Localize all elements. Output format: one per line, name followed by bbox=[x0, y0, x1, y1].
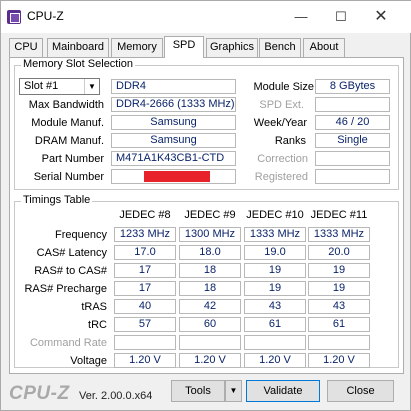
timing-value-cell: 19 bbox=[244, 263, 306, 278]
timing-value-cell: 20.0 bbox=[308, 245, 370, 260]
validate-button[interactable]: Validate bbox=[246, 380, 320, 402]
close-window-button[interactable]: ✕ bbox=[371, 7, 391, 27]
memory-type-field: DDR4 bbox=[111, 79, 236, 94]
week-year-field: 46 / 20 bbox=[315, 115, 390, 130]
tab-bench[interactable]: Bench bbox=[259, 38, 301, 57]
tools-button[interactable]: Tools bbox=[171, 380, 225, 402]
timing-value-cell: 19 bbox=[308, 281, 370, 296]
timing-row-label: RAS# to CAS# bbox=[34, 265, 107, 277]
timing-value-cell: 1.20 V bbox=[114, 353, 176, 368]
slot-select[interactable]: Slot #1 ▼ bbox=[19, 78, 100, 95]
timing-value-cell: 43 bbox=[308, 299, 370, 314]
timings-group: Timings Table JEDEC #8 JEDEC #9 JEDEC #1… bbox=[14, 194, 399, 368]
timings-col-header: JEDEC #10 bbox=[246, 209, 304, 221]
timing-value-cell: 17 bbox=[114, 263, 176, 278]
spd-ext-field bbox=[315, 97, 390, 112]
timing-value-cell: 19.0 bbox=[244, 245, 306, 260]
correction-field bbox=[315, 151, 390, 166]
timing-value-cell: 43 bbox=[244, 299, 306, 314]
registered-label: Registered bbox=[254, 171, 308, 183]
timing-value-cell: 18.0 bbox=[179, 245, 241, 260]
timing-value-cell bbox=[114, 335, 176, 350]
version-text: Ver. 2.00.0.x64 bbox=[79, 390, 153, 402]
correction-label: Correction bbox=[257, 153, 308, 165]
memory-slot-group-label: Memory Slot Selection bbox=[21, 58, 136, 70]
timing-value-cell: 19 bbox=[308, 263, 370, 278]
timing-row-label: Command Rate bbox=[29, 337, 107, 349]
timing-value-cell: 1333 MHz bbox=[308, 227, 370, 242]
timings-col-header: JEDEC #11 bbox=[310, 209, 368, 221]
timing-row-label: tRC bbox=[88, 319, 107, 331]
serial-number-field bbox=[111, 169, 236, 184]
timing-value-cell bbox=[179, 335, 241, 350]
part-number-field: M471A1K43CB1-CTD bbox=[111, 151, 236, 166]
serial-redaction-bar bbox=[144, 171, 210, 182]
timing-row-label: RAS# Precharge bbox=[24, 283, 107, 295]
timing-value-cell: 1.20 V bbox=[179, 353, 241, 368]
timing-row-label: Voltage bbox=[70, 355, 107, 367]
dram-manuf-label: DRAM Manuf. bbox=[34, 135, 104, 147]
tab-cpu[interactable]: CPU bbox=[9, 38, 43, 57]
timing-value-cell: 1233 MHz bbox=[114, 227, 176, 242]
timing-value-cell: 40 bbox=[114, 299, 176, 314]
timing-value-cell: 57 bbox=[114, 317, 176, 332]
timing-value-cell bbox=[244, 335, 306, 350]
max-bandwidth-label: Max Bandwidth bbox=[28, 99, 104, 111]
tab-graphics[interactable]: Graphics bbox=[206, 38, 258, 57]
tab-spd[interactable]: SPD bbox=[164, 36, 204, 58]
tab-about[interactable]: About bbox=[303, 38, 345, 57]
maximize-button[interactable]: ☐ bbox=[331, 7, 351, 27]
registered-field bbox=[315, 169, 390, 184]
timing-value-cell bbox=[308, 335, 370, 350]
timing-value-cell: 61 bbox=[308, 317, 370, 332]
timing-value-cell: 1300 MHz bbox=[179, 227, 241, 242]
timing-value-cell: 18 bbox=[179, 263, 241, 278]
module-manuf-field: Samsung bbox=[111, 115, 236, 130]
timing-value-cell: 61 bbox=[244, 317, 306, 332]
tools-dropdown-chevron-icon[interactable]: ▼ bbox=[225, 380, 242, 402]
cpuz-app-icon bbox=[7, 10, 21, 24]
timing-row-label: Frequency bbox=[55, 229, 107, 241]
minimize-button[interactable]: — bbox=[291, 7, 311, 27]
timings-col-header: JEDEC #8 bbox=[119, 209, 171, 221]
part-number-label: Part Number bbox=[41, 153, 104, 165]
window-title: CPU-Z bbox=[27, 9, 64, 23]
timing-value-cell: 42 bbox=[179, 299, 241, 314]
timing-value-cell: 1.20 V bbox=[308, 353, 370, 368]
dram-manuf-field: Samsung bbox=[111, 133, 236, 148]
timing-row-label: CAS# Latency bbox=[36, 247, 107, 259]
module-size-field: 8 GBytes bbox=[315, 79, 390, 94]
week-year-label: Week/Year bbox=[253, 117, 307, 129]
max-bandwidth-field: DDR4-2666 (1333 MHz) bbox=[111, 97, 236, 112]
serial-number-label: Serial Number bbox=[33, 171, 104, 183]
spd-panel: Memory Slot Selection Slot #1 ▼ DDR4 Mod… bbox=[9, 57, 404, 374]
timing-value-cell: 1.20 V bbox=[244, 353, 306, 368]
timing-value-cell: 17 bbox=[114, 281, 176, 296]
timing-value-cell: 60 bbox=[179, 317, 241, 332]
ranks-field: Single bbox=[315, 133, 390, 148]
spd-ext-label: SPD Ext. bbox=[259, 99, 304, 111]
timings-group-label: Timings Table bbox=[21, 194, 93, 206]
module-manuf-label: Module Manuf. bbox=[31, 117, 104, 129]
timings-col-header: JEDEC #9 bbox=[184, 209, 236, 221]
chevron-down-icon: ▼ bbox=[84, 79, 99, 94]
title-bar: CPU-Z — ☐ ✕ bbox=[1, 1, 411, 33]
cpuz-logo: CPU-Z bbox=[9, 383, 70, 404]
close-button[interactable]: Close bbox=[327, 380, 394, 402]
memory-slot-group: Memory Slot Selection Slot #1 ▼ DDR4 Mod… bbox=[14, 58, 399, 190]
cpuz-window: CPU-Z — ☐ ✕ CPU Mainboard Memory SPD Gra… bbox=[0, 0, 411, 411]
tab-memory[interactable]: Memory bbox=[111, 38, 163, 57]
timing-row-label: tRAS bbox=[81, 301, 107, 313]
module-size-label: Module Size bbox=[253, 81, 314, 93]
timing-value-cell: 1333 MHz bbox=[244, 227, 306, 242]
timing-value-cell: 17.0 bbox=[114, 245, 176, 260]
ranks-label: Ranks bbox=[274, 135, 306, 147]
timing-value-cell: 19 bbox=[244, 281, 306, 296]
tab-mainboard[interactable]: Mainboard bbox=[47, 38, 109, 57]
timing-value-cell: 18 bbox=[179, 281, 241, 296]
slot-select-value: Slot #1 bbox=[24, 80, 59, 92]
